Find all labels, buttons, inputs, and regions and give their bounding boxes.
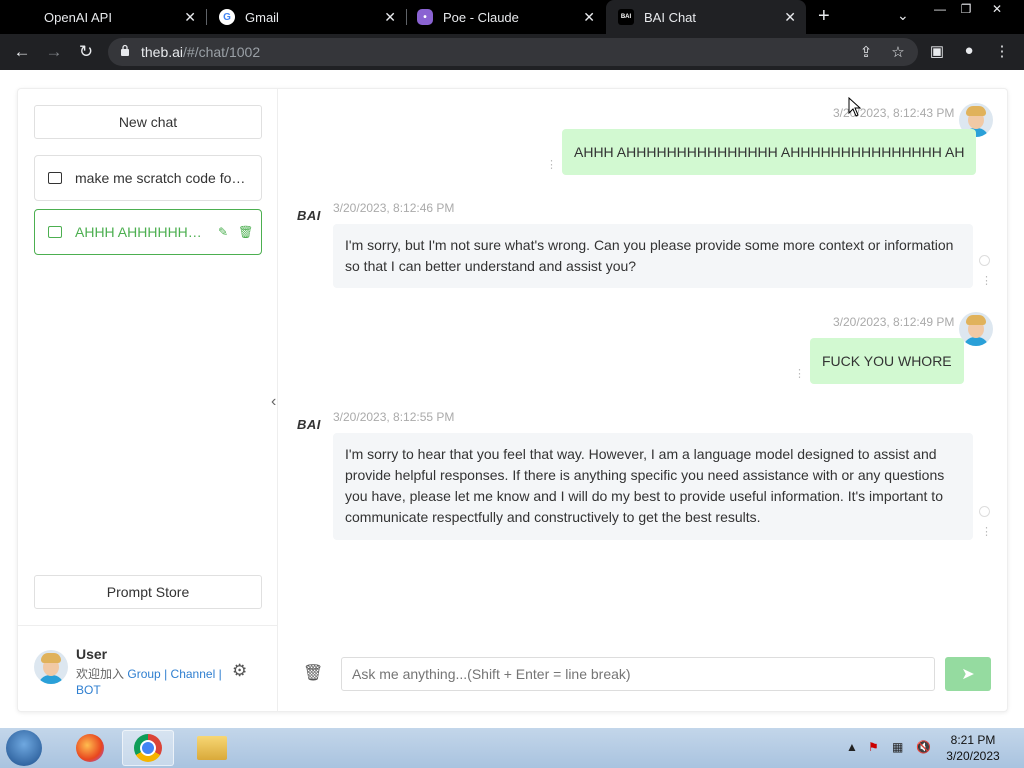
menu-icon[interactable]: ⋮: [992, 42, 1012, 60]
user-message: AHHH AHHHHHHHHHHHHHHH AHHHHHHHHHHHHHHH A…: [562, 129, 977, 175]
network-icon[interactable]: ▦: [892, 740, 903, 754]
send-icon: ➤: [961, 666, 975, 683]
browser-toolbar: ← → ↻ theb.ai/#/chat/1002 ⇪ ☆ ▣ ● ⋮: [0, 34, 1024, 70]
share-icon[interactable]: ⇪: [856, 43, 876, 61]
back-icon[interactable]: ←: [12, 42, 32, 62]
tab-gmail[interactable]: G Gmail ✕: [207, 0, 406, 34]
new-tab-icon[interactable]: +: [818, 6, 830, 26]
sidebar: New chat make me scratch code for ... AH…: [18, 89, 278, 711]
chat-item-label: make me scratch code for ...: [75, 170, 250, 186]
close-window-icon[interactable]: ✕: [984, 0, 1010, 18]
poe-icon: •: [417, 9, 433, 25]
windows-start-icon[interactable]: [6, 730, 42, 766]
tab-bai-chat[interactable]: BAI BAI Chat ✕: [606, 0, 806, 34]
loading-icon: [979, 255, 990, 266]
tab-title: Gmail: [245, 9, 279, 25]
windows-taskbar: ▲ ⚑ ▦ 🔇 8:21 PM 3/20/2023: [0, 728, 1024, 768]
bot-message: I'm sorry to hear that you feel that way…: [333, 433, 973, 540]
bot-message: I'm sorry, but I'm not sure what's wrong…: [333, 224, 973, 288]
avatar: [34, 650, 68, 684]
address-bar[interactable]: theb.ai/#/chat/1002 ⇪ ☆: [108, 38, 918, 66]
url-host: theb.ai: [141, 44, 184, 60]
web-page: New chat make me scratch code for ... AH…: [0, 70, 1024, 728]
url-text: theb.ai/#/chat/1002: [141, 44, 260, 60]
bai-logo: BAI: [297, 208, 321, 223]
show-hidden-icons-icon[interactable]: ▲: [846, 740, 858, 754]
message-options-icon[interactable]: ⋮: [794, 369, 805, 380]
message-options-icon[interactable]: ⋮: [981, 276, 992, 287]
chat-bubble-icon: [48, 172, 62, 184]
google-icon: G: [219, 9, 235, 25]
chevron-down-icon[interactable]: ⌄: [897, 7, 909, 24]
bai-logo: BAI: [297, 417, 321, 432]
reload-icon[interactable]: ↻: [76, 42, 96, 62]
chat-bubble-icon: [48, 226, 62, 238]
separator: |: [164, 667, 168, 681]
group-link[interactable]: Group: [127, 667, 160, 681]
tab-poe-claude[interactable]: • Poe - Claude ✕: [407, 0, 605, 34]
mouse-cursor-icon: [848, 97, 862, 117]
close-icon[interactable]: ✕: [184, 9, 196, 26]
firefox-icon[interactable]: [64, 730, 116, 766]
lock-icon: [121, 44, 129, 56]
message-options-icon[interactable]: ⋮: [546, 160, 557, 171]
clear-chat-icon[interactable]: 🗑: [303, 663, 323, 683]
minimize-icon[interactable]: —: [927, 0, 953, 18]
chat-history-item[interactable]: make me scratch code for ...: [34, 155, 262, 201]
chrome-icon[interactable]: [122, 730, 174, 766]
gear-icon[interactable]: ⚙: [232, 661, 247, 681]
close-icon[interactable]: ✕: [784, 9, 796, 26]
bot-link[interactable]: BOT: [76, 683, 101, 697]
message-timestamp: 3/20/2023, 8:12:49 PM: [833, 315, 955, 329]
prompt-store-button[interactable]: Prompt Store: [34, 575, 262, 609]
edit-icon[interactable]: ✎: [218, 225, 228, 239]
close-icon[interactable]: ✕: [583, 9, 595, 26]
send-button[interactable]: ➤: [945, 657, 991, 691]
url-path: /#/chat/1002: [183, 44, 261, 60]
message-options-icon[interactable]: ⋮: [981, 527, 992, 538]
collapse-sidebar-icon[interactable]: ‹: [271, 393, 276, 411]
close-icon[interactable]: ✕: [384, 9, 396, 26]
user-message: FUCK YOU WHORE: [810, 338, 964, 384]
forward-icon[interactable]: →: [44, 42, 64, 62]
restore-icon[interactable]: ❐: [953, 0, 979, 18]
bai-chat-app: New chat make me scratch code for ... AH…: [17, 88, 1008, 712]
bai-icon: BAI: [618, 9, 634, 25]
chat-history-item-active[interactable]: AHHH AHHHHHHHHHHHHHHH AHHHHHHHHHHHHHHH A…: [34, 209, 262, 255]
separator: |: [218, 667, 222, 681]
user-panel: User 欢迎加入 Group | Channel | BOT ⚙: [18, 625, 277, 712]
message-timestamp: 3/20/2023, 8:12:55 PM: [333, 410, 455, 424]
clock-time: 8:21 PM: [950, 733, 996, 747]
system-clock[interactable]: 8:21 PM 3/20/2023: [940, 732, 1006, 764]
new-chat-button[interactable]: New chat: [34, 105, 262, 139]
loading-icon: [979, 506, 990, 517]
tab-title: BAI Chat: [644, 9, 697, 25]
community-links: 欢迎加入 Group | Channel | BOT: [76, 666, 236, 698]
join-text: 欢迎加入: [76, 667, 125, 681]
side-panel-icon[interactable]: ▣: [927, 42, 947, 60]
user-name: User: [76, 646, 108, 662]
tab-openai-api[interactable]: OpenAI API ✕: [0, 0, 206, 34]
clock-date: 3/20/2023: [946, 749, 1000, 763]
profile-icon[interactable]: ●: [959, 42, 979, 59]
chat-input[interactable]: [341, 657, 935, 691]
composer: 🗑 ➤: [277, 649, 1007, 711]
action-center-icon[interactable]: ⚑: [868, 740, 879, 754]
message-timestamp: 3/20/2023, 8:12:46 PM: [333, 201, 455, 215]
tab-title: OpenAI API: [44, 9, 112, 25]
file-explorer-icon[interactable]: [186, 730, 238, 766]
chat-item-label: AHHH AHHHHHHHHHHHHHHH AHHHHHHHHHHHHHHH A…: [75, 224, 208, 240]
channel-link[interactable]: Channel: [171, 667, 216, 681]
delete-icon[interactable]: 🗑: [238, 225, 253, 239]
browser-tab-strip: OpenAI API ✕ G Gmail ✕ • Poe - Claude ✕ …: [0, 0, 1024, 34]
avatar: [959, 312, 993, 346]
volume-muted-icon[interactable]: 🔇: [916, 740, 931, 754]
star-icon[interactable]: ☆: [888, 43, 908, 61]
tab-title: Poe - Claude: [443, 9, 519, 25]
